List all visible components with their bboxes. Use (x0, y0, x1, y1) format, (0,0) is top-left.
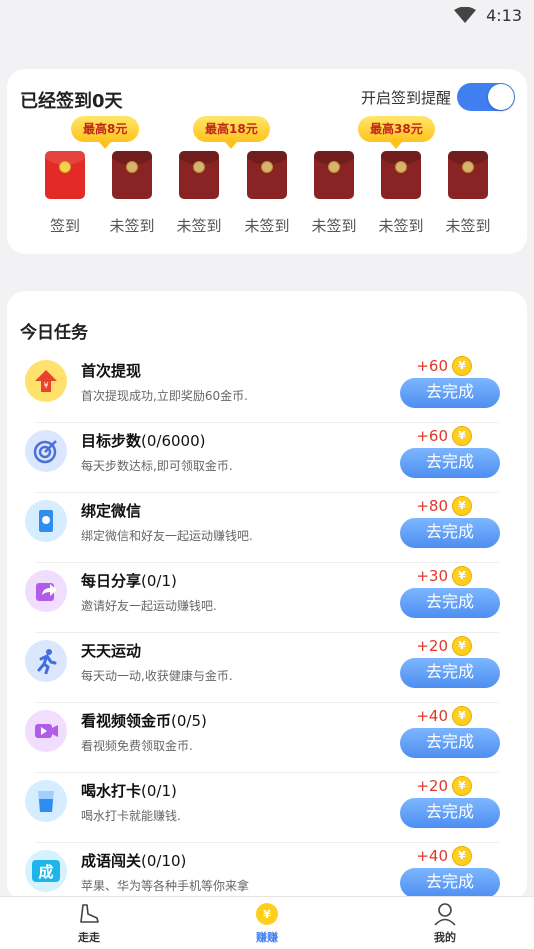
task-desc: 看视频免费领取金币. (81, 739, 193, 753)
red-envelope-day-7[interactable] (448, 151, 488, 199)
task-desc: 绑定微信和好友一起运动赚钱吧. (81, 529, 253, 543)
profile-icon (434, 902, 456, 926)
shoe-icon (80, 903, 99, 923)
coin-icon: ¥ (452, 846, 472, 866)
nav-label: 我的 (434, 930, 456, 944)
day-label-5: 未签到 (311, 217, 357, 235)
coin-icon: ¥ (452, 566, 472, 586)
task-item-video: 看视频领金币(0/5) 看视频免费领取金币. +40 ¥ 去完成 (7, 703, 527, 773)
task-item-exercise: 天天运动 每天动一动,收获健康与金币. +20 ¥ 去完成 (7, 633, 527, 703)
task-title: 首次提现 (81, 362, 142, 380)
complete-button[interactable]: 去完成 (400, 588, 500, 618)
task-title: 成语闯关(0/10) (81, 852, 187, 870)
task-reward: +80 ¥ (416, 496, 472, 516)
task-title: 目标步数(0/6000) (81, 432, 206, 450)
task-item-withdraw: ¥ 首次提现 首次提现成功,立即奖励60金币. +60 ¥ 去完成 (7, 353, 527, 423)
reminder-toggle[interactable] (457, 83, 515, 111)
task-item-steps: 目标步数(0/6000) 每天步数达标,即可领取金币. +60 ¥ 去完成 (7, 423, 527, 493)
svg-text:¥: ¥ (263, 908, 271, 921)
day-label-7: 未签到 (445, 217, 491, 235)
red-envelope-day-5[interactable] (314, 151, 354, 199)
nav-item-earn[interactable]: ¥ 赚赚 (178, 897, 356, 949)
nav-label: 赚赚 (256, 930, 278, 944)
withdraw-icon: ¥ (25, 360, 67, 402)
task-title: 天天运动 (81, 642, 142, 660)
video-icon (25, 710, 67, 752)
red-envelope-day-4[interactable] (247, 151, 287, 199)
coin-icon: ¥ (452, 356, 472, 376)
nav-item-profile[interactable]: 我的 (356, 897, 534, 949)
day-label-4: 未签到 (244, 217, 290, 235)
task-desc: 喝水打卡就能赚钱. (81, 809, 181, 823)
share-icon (25, 570, 67, 612)
task-desc: 邀请好友一起运动赚钱吧. (81, 599, 217, 613)
task-desc: 首次提现成功,立即奖励60金币. (81, 389, 248, 403)
signin-title: 已经签到0天 (20, 91, 123, 112)
nav-item-walk[interactable]: 走走 (0, 897, 178, 949)
target-icon (25, 430, 67, 472)
complete-button[interactable]: 去完成 (400, 658, 500, 688)
coin-icon: ¥ (452, 496, 472, 516)
task-desc: 每天动一动,收获健康与金币. (81, 669, 233, 683)
run-icon (25, 640, 67, 682)
complete-button[interactable]: 去完成 (400, 518, 500, 548)
coin-icon: ¥ (452, 636, 472, 656)
task-desc: 每天步数达标,即可领取金币. (81, 459, 233, 473)
reminder-label: 开启签到提醒 (360, 88, 451, 107)
day-label-6: 未签到 (378, 217, 424, 235)
tasks-card: 今日任务 ¥ 首次提现 首次提现成功,立即奖励60金币. +60 ¥ 去完成 目标… (7, 291, 527, 901)
day-label-1: 签到 (49, 217, 80, 235)
task-reward: +60 ¥ (416, 426, 472, 446)
task-reward: +60 ¥ (416, 356, 472, 376)
task-reward: +20 ¥ (416, 636, 472, 656)
signin-reminder: 开启签到提醒 (361, 83, 515, 111)
badge-max-38: 最高38元 (358, 116, 435, 149)
task-title: 看视频领金币(0/5) (81, 712, 207, 730)
red-envelope-day-6[interactable] (381, 151, 421, 199)
coin-icon: ¥ (256, 902, 278, 925)
badge-max-18: 最高18元 (193, 116, 270, 149)
complete-button[interactable]: 去完成 (400, 728, 500, 758)
day-label-2: 未签到 (109, 217, 155, 235)
coin-icon: ¥ (452, 426, 472, 446)
task-item-share: 每日分享(0/1) 邀请好友一起运动赚钱吧. +30 ¥ 去完成 (7, 563, 527, 633)
wifi-icon (454, 7, 477, 23)
task-reward: +40 ¥ (416, 706, 472, 726)
task-desc: 苹果、华为等各种手机等你来拿 (81, 879, 250, 893)
badge-max-8: 最高8元 (71, 116, 140, 149)
task-item-water: 喝水打卡(0/1) 喝水打卡就能赚钱. +20 ¥ 去完成 (7, 773, 527, 843)
wechat-icon (25, 500, 67, 542)
toggle-knob (488, 84, 514, 110)
complete-button[interactable]: 去完成 (400, 448, 500, 478)
complete-button[interactable]: 去完成 (400, 868, 500, 898)
task-title: 每日分享(0/1) (81, 572, 177, 590)
signin-card: 已经签到0天 开启签到提醒 最高8元 最高18元 最高38元 签到 未签到 未签… (7, 69, 527, 254)
status-time: 4:13 (486, 5, 522, 25)
complete-button[interactable]: 去完成 (400, 378, 500, 408)
task-reward: +20 ¥ (416, 776, 472, 796)
task-item-wechat: 绑定微信 绑定微信和好友一起运动赚钱吧. +80 ¥ 去完成 (7, 493, 527, 563)
nav-label: 走走 (78, 930, 100, 944)
red-envelope-day-3[interactable] (179, 151, 219, 199)
task-title: 喝水打卡(0/1) (81, 782, 177, 800)
task-item-idiom: 成 成语闯关(0/10) 苹果、华为等各种手机等你来拿 +40 ¥ 去完成 (7, 843, 527, 901)
bottom-nav: 走走 ¥ 赚赚 我的 (0, 896, 534, 949)
idiom-icon: 成 (25, 850, 67, 892)
task-reward: +30 ¥ (416, 566, 472, 586)
complete-button[interactable]: 去完成 (400, 798, 500, 828)
water-icon (25, 780, 67, 822)
coin-icon: ¥ (452, 706, 472, 726)
task-reward: +40 ¥ (416, 846, 472, 866)
red-envelope-day-1[interactable] (45, 151, 85, 199)
red-envelope-day-2[interactable] (112, 151, 152, 199)
coin-icon: ¥ (452, 776, 472, 796)
svg-text:¥: ¥ (43, 381, 48, 390)
day-label-3: 未签到 (176, 217, 222, 235)
task-title: 绑定微信 (81, 502, 142, 520)
tasks-title: 今日任务 (20, 323, 88, 343)
status-bar: 4:13 (0, 0, 534, 30)
svg-text:成: 成 (38, 863, 53, 881)
